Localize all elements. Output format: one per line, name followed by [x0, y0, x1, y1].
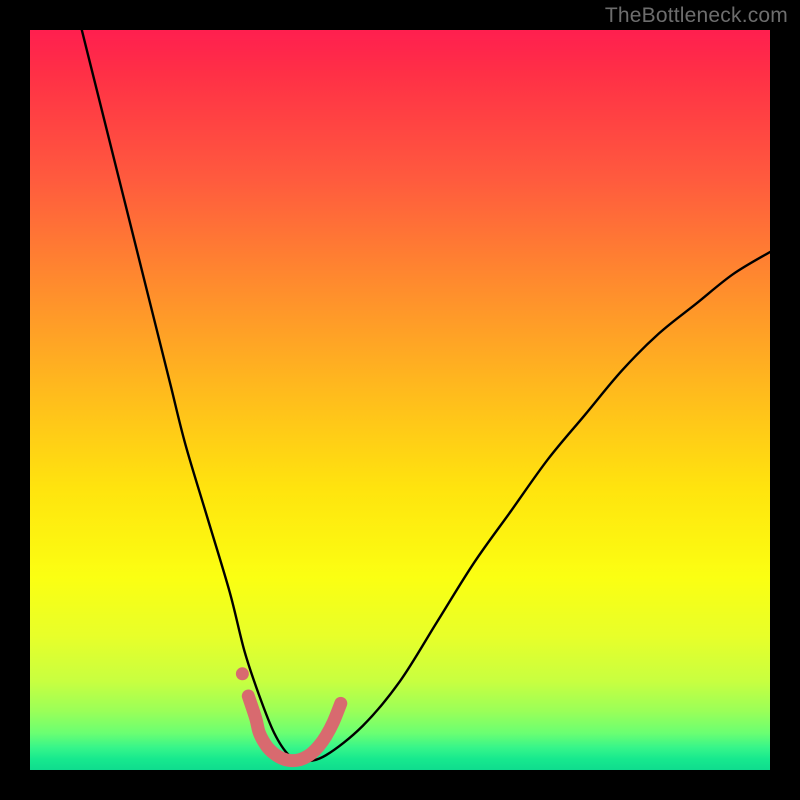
watermark-text: TheBottleneck.com: [605, 4, 788, 28]
plot-area: [30, 30, 770, 770]
chart-frame: TheBottleneck.com: [0, 0, 800, 800]
curve-layer: [30, 30, 770, 770]
bottleneck-curve: [82, 30, 770, 761]
optimal-dot: [236, 667, 249, 680]
